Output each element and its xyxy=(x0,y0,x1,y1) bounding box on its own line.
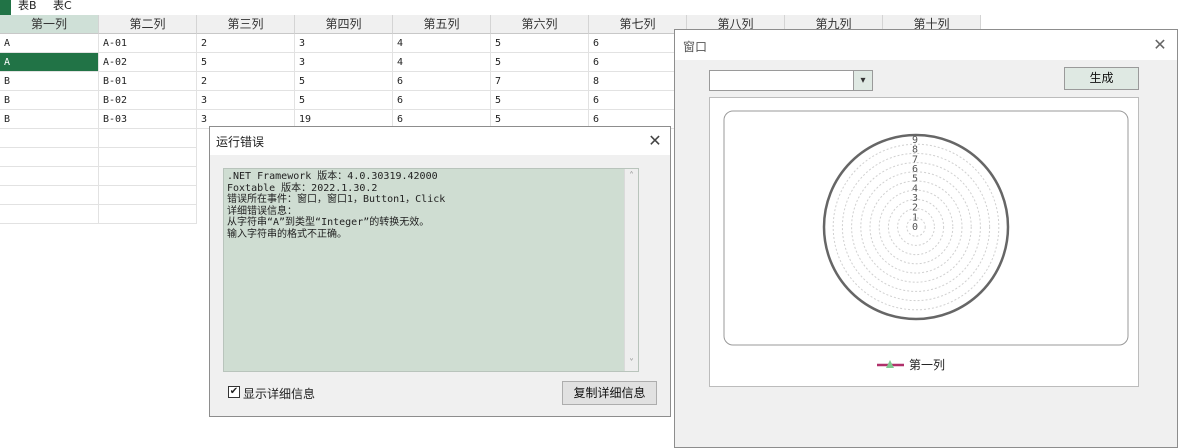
table-cell[interactable]: B-03 xyxy=(99,110,197,129)
error-dialog-titlebar: 运行错误 ✕ xyxy=(210,127,670,155)
chart-window-titlebar: 窗口 ✕ xyxy=(675,30,1177,60)
table-cell[interactable]: B xyxy=(0,110,99,129)
empty-cell[interactable] xyxy=(0,186,99,205)
sheet-tab-c[interactable]: 表C xyxy=(53,0,72,12)
error-line: 输入字符串的格式不正确。 xyxy=(227,228,347,240)
column-header[interactable]: 第五列 xyxy=(393,15,491,34)
table-cell[interactable]: A xyxy=(0,53,99,72)
table-cell[interactable]: 7 xyxy=(491,72,589,91)
series-dropdown[interactable]: ▾ xyxy=(709,70,873,91)
table-cell[interactable]: 3 xyxy=(295,53,393,72)
table-cell[interactable]: 6 xyxy=(589,53,687,72)
radar-tick-label: 2 xyxy=(912,203,918,214)
show-details-checkbox[interactable]: ✔ xyxy=(228,386,240,398)
radar-tick-label: 5 xyxy=(912,174,918,185)
table-cell[interactable]: 6 xyxy=(589,91,687,110)
error-line: 错误所在事件：窗口，窗口1，Button1，Click xyxy=(227,194,446,205)
column-header[interactable]: 第三列 xyxy=(197,15,295,34)
table-cell[interactable]: 4 xyxy=(393,53,491,72)
radar-chart: 0123456789 第一列 xyxy=(723,110,1129,372)
table-cell[interactable]: A xyxy=(0,34,99,53)
scroll-up-icon[interactable]: ˄ xyxy=(625,171,638,182)
table-cell[interactable]: A-02 xyxy=(99,53,197,72)
radar-tick-label: 4 xyxy=(912,183,918,194)
error-dialog: 运行错误 ✕ .NET Framework 版本：4.0.30319.42000… xyxy=(209,126,671,417)
radar-tick-label: 3 xyxy=(912,193,918,204)
error-line: Foxtable 版本：2022.1.30.2 xyxy=(227,182,378,194)
table-cell[interactable]: 5 xyxy=(295,91,393,110)
radar-tick-label: 9 xyxy=(912,135,918,146)
empty-cell[interactable] xyxy=(99,205,197,224)
active-sheet-marker xyxy=(0,0,11,15)
chevron-down-icon[interactable]: ▾ xyxy=(853,71,872,90)
close-icon[interactable]: ✕ xyxy=(1149,34,1171,56)
table-cell[interactable]: B xyxy=(0,72,99,91)
table-cell[interactable]: 8 xyxy=(589,72,687,91)
table-cell[interactable]: 4 xyxy=(393,34,491,53)
column-header[interactable]: 第六列 xyxy=(491,15,589,34)
empty-cell[interactable] xyxy=(99,167,197,186)
table-cell[interactable]: 6 xyxy=(589,34,687,53)
table-cell[interactable]: 5 xyxy=(491,91,589,110)
empty-cell[interactable] xyxy=(0,129,99,148)
empty-cell[interactable] xyxy=(99,129,197,148)
table-cell[interactable]: B-02 xyxy=(99,91,197,110)
error-details-text: .NET Framework 版本：4.0.30319.42000 Foxtabl… xyxy=(227,171,631,240)
table-cell[interactable]: A-01 xyxy=(99,34,197,53)
table-cell[interactable]: 3 xyxy=(295,34,393,53)
copy-details-button[interactable]: 复制详细信息 xyxy=(562,381,657,405)
generate-button[interactable]: 生成 xyxy=(1064,67,1139,90)
empty-cell[interactable] xyxy=(0,205,99,224)
chart-window: 窗口 ✕ ▾ 生成 0 1 2 3 4 5 6 7 8 9 第一列 xyxy=(674,29,1178,448)
table-cell[interactable]: 2 xyxy=(197,72,295,91)
table-cell[interactable]: 6 xyxy=(393,91,491,110)
empty-cell[interactable] xyxy=(99,186,197,205)
column-header[interactable]: 第一列 xyxy=(0,15,99,34)
error-dialog-title: 运行错误 xyxy=(216,135,265,149)
empty-cell[interactable] xyxy=(99,148,197,167)
table-cell[interactable]: 5 xyxy=(491,34,589,53)
chart-window-title: 窗口 xyxy=(683,40,708,54)
table-cell[interactable]: 6 xyxy=(393,72,491,91)
table-cell[interactable]: B xyxy=(0,91,99,110)
plot-area-frame xyxy=(723,110,1129,346)
chart-panel: 0 1 2 3 4 5 6 7 8 9 第一列 xyxy=(709,97,1139,387)
error-line: 详细错误信息： xyxy=(227,205,297,217)
table-cell[interactable]: 2 xyxy=(197,34,295,53)
legend-series-label: 第一列 xyxy=(909,358,945,372)
error-line: 从字符串“A”到类型“Integer”的转换无效。 xyxy=(227,217,430,228)
error-details-scrollbar[interactable]: ˄ ˅ xyxy=(624,169,638,371)
error-line: .NET Framework 版本：4.0.30319.42000 xyxy=(227,171,438,182)
column-header[interactable]: 第四列 xyxy=(295,15,393,34)
table-cell[interactable]: 5 xyxy=(491,53,589,72)
empty-cell[interactable] xyxy=(0,148,99,167)
column-header[interactable]: 第二列 xyxy=(99,15,197,34)
sheet-tab-b[interactable]: 表B xyxy=(18,0,37,12)
error-details-textbox[interactable]: .NET Framework 版本：4.0.30319.42000 Foxtabl… xyxy=(223,168,639,372)
table-cell[interactable]: 5 xyxy=(197,53,295,72)
table-cell[interactable]: 5 xyxy=(295,72,393,91)
radar-tick-label: 0 xyxy=(912,222,918,233)
sheet-tab-strip: 表B 表C xyxy=(0,0,1198,15)
table-cell[interactable]: 3 xyxy=(197,91,295,110)
radar-tick-label: 7 xyxy=(912,154,918,165)
radar-tick-label: 6 xyxy=(912,164,918,175)
radar-tick-label: 1 xyxy=(912,212,918,223)
radar-tick-label: 8 xyxy=(912,145,918,156)
empty-cell[interactable] xyxy=(0,167,99,186)
column-header[interactable]: 第七列 xyxy=(589,15,687,34)
close-icon[interactable]: ✕ xyxy=(644,130,666,152)
show-details-label[interactable]: 显示详细信息 xyxy=(243,385,315,402)
table-cell[interactable]: B-01 xyxy=(99,72,197,91)
scroll-down-icon[interactable]: ˅ xyxy=(625,358,638,369)
